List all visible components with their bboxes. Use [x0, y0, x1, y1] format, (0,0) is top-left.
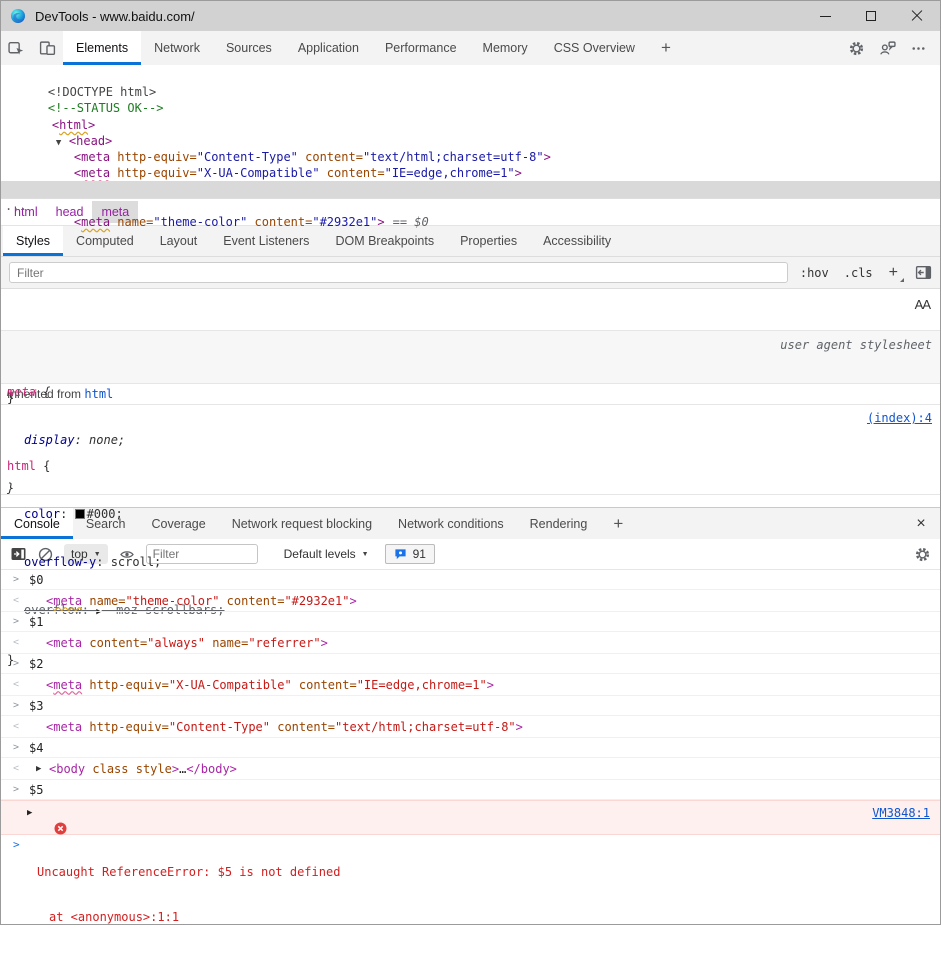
maximize-button[interactable] — [848, 1, 894, 31]
tab-network[interactable]: Network — [141, 31, 213, 65]
input-chevron-icon: > — [13, 616, 19, 627]
styles-filter-bar: :hov .cls + — [1, 256, 940, 289]
new-style-rule-button[interactable]: + — [885, 264, 906, 282]
device-toolbar-icon[interactable] — [32, 31, 63, 65]
dom-node-doctype[interactable]: <!DOCTYPE html> — [1, 68, 940, 84]
prompt-chevron-icon: > — [13, 838, 20, 851]
input-chevron-icon: > — [13, 742, 19, 753]
close-button[interactable] — [894, 1, 940, 31]
toggle-hov-button[interactable]: :hov — [797, 264, 832, 282]
main-tabbar: Elements Network Sources Application Per… — [1, 31, 940, 65]
inspect-element-icon[interactable] — [1, 31, 32, 65]
close-icon — [911, 10, 923, 22]
tab-accessibility[interactable]: Accessibility — [530, 226, 624, 256]
tab-elements[interactable]: Elements — [63, 31, 141, 65]
tab-css-overview[interactable]: CSS Overview — [541, 31, 648, 65]
stylesheet-origin-label: user agent stylesheet — [780, 337, 932, 353]
output-chevron-icon: < — [13, 763, 19, 774]
titlebar: DevTools - www.baidu.com/ — [1, 1, 940, 31]
rule-html-index[interactable]: (index):4 html { color: #000; overflow-y… — [1, 405, 940, 495]
tab-layout[interactable]: Layout — [147, 226, 211, 256]
expand-object-arrow-icon[interactable]: ▶ — [36, 764, 41, 774]
error-source-link[interactable]: VM3848:1 — [872, 806, 930, 821]
computed-sidebar-toggle-icon[interactable] — [915, 264, 932, 281]
console-output-1[interactable]: <<meta content="always" name="referrer"> — [1, 632, 940, 654]
color-swatch[interactable] — [75, 509, 85, 519]
tab-event-listeners[interactable]: Event Listeners — [210, 226, 322, 256]
output-chevron-icon: < — [13, 679, 19, 690]
input-chevron-icon: > — [13, 574, 19, 585]
tab-sources[interactable]: Sources — [213, 31, 285, 65]
console-prompt[interactable]: > — [1, 835, 940, 855]
console-input-2[interactable]: >$2 — [1, 654, 940, 674]
input-chevron-icon: > — [13, 784, 19, 795]
error-text-line1: Uncaught ReferenceError: $5 is not defin… — [37, 865, 932, 880]
node-more-actions-icon[interactable]: ... — [5, 198, 27, 214]
error-text-line2: at <anonymous>:1:1 — [37, 910, 932, 925]
minimize-button[interactable] — [802, 1, 848, 31]
console-input-5[interactable]: >$5 — [1, 780, 940, 800]
tab-performance[interactable]: Performance — [372, 31, 470, 65]
console-input-1[interactable]: >$1 — [1, 612, 940, 632]
console-output-0[interactable]: <<meta name="theme-color" content="#2932… — [1, 590, 940, 612]
window-controls — [802, 1, 940, 31]
console-output-2[interactable]: <<meta http-equiv="X-UA-Compatible" cont… — [1, 674, 940, 696]
output-chevron-icon: < — [13, 721, 19, 732]
tab-properties[interactable]: Properties — [447, 226, 530, 256]
dom-node-comment[interactable]: <!--STATUS OK--> — [1, 84, 940, 100]
input-chevron-icon: > — [13, 700, 19, 711]
tab-computed[interactable]: Computed — [63, 226, 147, 256]
stylesheet-source-link[interactable]: (index):4 — [867, 410, 932, 426]
add-panel-button[interactable]: + — [648, 31, 684, 65]
console-messages: >$0 <<meta name="theme-color" content="#… — [1, 570, 940, 855]
dom-node-head[interactable]: ▼<head> — [1, 117, 940, 133]
font-editor-icon[interactable]: AA — [915, 297, 930, 313]
more-options-icon[interactable] — [903, 40, 934, 57]
output-chevron-icon: < — [13, 595, 19, 606]
maximize-icon — [866, 11, 876, 21]
console-output-4[interactable]: <▶<body class style>…</body> — [1, 758, 940, 780]
tab-dom-breakpoints[interactable]: DOM Breakpoints — [322, 226, 447, 256]
console-input-4[interactable]: >$4 — [1, 738, 940, 758]
styles-pane: AA element.style { } user agent styleshe… — [1, 289, 940, 507]
dollar-zero-hint: == $0 — [393, 215, 429, 229]
expand-error-arrow-icon[interactable]: ▶ — [27, 806, 32, 821]
tab-application[interactable]: Application — [285, 31, 372, 65]
window-title: DevTools - www.baidu.com/ — [35, 9, 195, 24]
toggle-cls-button[interactable]: .cls — [841, 264, 876, 282]
input-chevron-icon: > — [13, 658, 19, 669]
console-output-3[interactable]: <<meta http-equiv="Content-Type" content… — [1, 716, 940, 738]
rule-meta-user-agent[interactable]: user agent stylesheet meta { display: no… — [1, 331, 940, 384]
dom-node-meta-xua[interactable]: <meta http-equiv="X-UA-Compatible" conte… — [1, 149, 940, 165]
edge-logo-icon — [10, 8, 26, 24]
console-input-0[interactable]: >$0 — [1, 570, 940, 590]
tab-memory[interactable]: Memory — [470, 31, 541, 65]
feedback-icon[interactable] — [872, 40, 903, 57]
console-input-3[interactable]: >$3 — [1, 696, 940, 716]
minimize-icon — [820, 16, 831, 17]
dom-node-meta-referrer[interactable]: <meta content="always" name="referrer"> — [1, 165, 940, 181]
dom-node-meta-theme-color-selected[interactable]: ... <meta name="theme-color" content="#2… — [1, 181, 940, 197]
dom-node-html[interactable]: <html> — [1, 100, 940, 116]
output-chevron-icon: < — [13, 637, 19, 648]
elements-tree-panel: <!DOCTYPE html> <!--STATUS OK--> <html> … — [1, 65, 940, 198]
styles-filter-input[interactable] — [9, 262, 788, 283]
dom-node-meta-content-type[interactable]: <meta http-equiv="Content-Type" content=… — [1, 133, 940, 149]
settings-gear-icon[interactable] — [841, 40, 872, 57]
rule-element-style[interactable]: AA element.style { } — [1, 289, 940, 331]
console-error-message[interactable]: ▶ Uncaught ReferenceError: $5 is not def… — [1, 800, 940, 835]
